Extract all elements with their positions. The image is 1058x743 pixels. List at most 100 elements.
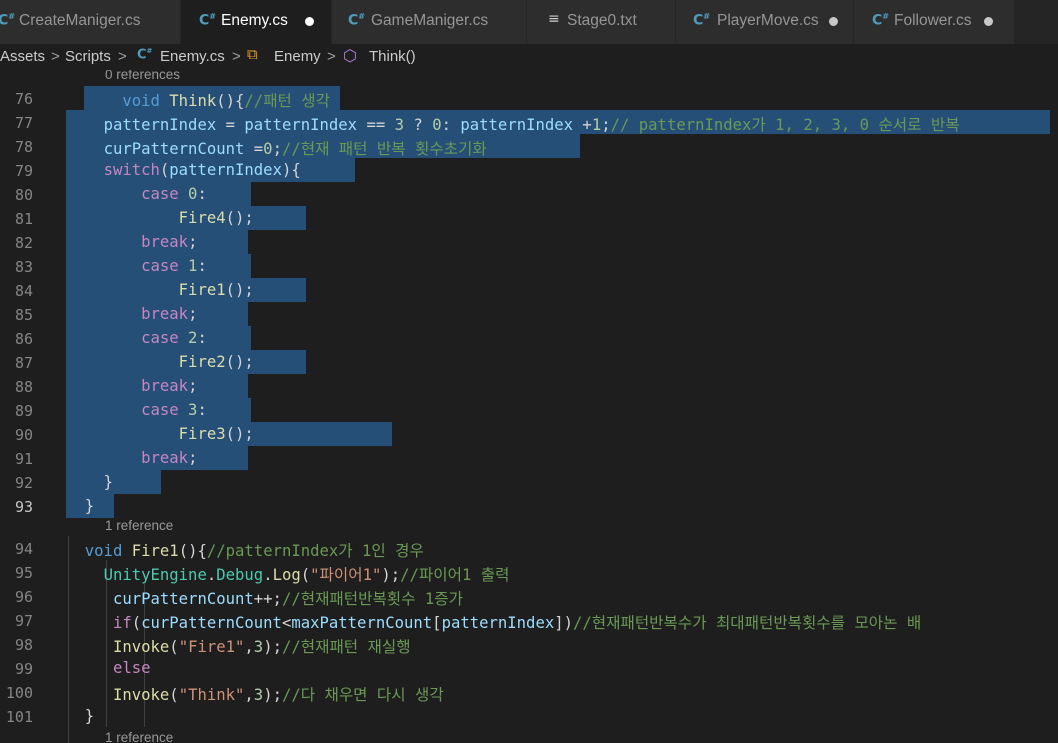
code-text: break; <box>66 377 197 395</box>
line-number: 97 <box>14 612 33 630</box>
breadcrumb-item-scripts[interactable]: Scripts <box>65 48 111 65</box>
token-type: UnityEngine <box>103 566 207 584</box>
token-punct: ; <box>188 233 198 251</box>
token-op: == <box>357 116 395 134</box>
code-text: void Fire1(){//patternIndex가 1인 경우 <box>66 539 424 561</box>
tab-label: CreateManiger.cs <box>19 12 141 29</box>
token-punct: ++; <box>253 590 282 608</box>
token-keyword: break <box>141 449 189 467</box>
token-comment: //파이어1 출력 <box>400 566 510 584</box>
token-variable: patternIndex <box>244 116 358 134</box>
token-number: 3 <box>253 686 264 704</box>
code-text: Invoke("Fire1",3);//현재패턴 재실행 <box>66 635 411 657</box>
codelens-references[interactable]: 1 reference <box>105 730 173 743</box>
line-number: 78 <box>14 138 33 156</box>
breadcrumb-separator: > <box>232 48 241 65</box>
method-icon: ⬡ <box>343 48 357 65</box>
token-variable: curPatternCount <box>103 140 245 158</box>
token-number: 0 <box>263 140 273 158</box>
token-punct: , <box>244 638 254 656</box>
token-punct: ); <box>263 638 282 656</box>
code-text: curPatternCount =0;//현재 패턴 반복 횟수초기화 <box>66 137 487 159</box>
token-keyword: void <box>122 92 160 110</box>
unsaved-dot-icon[interactable] <box>984 17 993 26</box>
code-line: 91 break; <box>0 446 1058 470</box>
breadcrumb-item-class[interactable]: Enemy <box>274 48 321 65</box>
token-comment: //현재패턴반복수가 최대패턴반복횟수를 모아논 배 <box>573 614 922 632</box>
tab-createmaniger[interactable]: C# CreateManiger.cs <box>0 0 180 44</box>
token-punct: ){ <box>281 161 301 179</box>
code-line: 90 Fire3(); <box>0 422 1058 446</box>
tab-stage0[interactable]: ≡ Stage0.txt <box>527 0 675 44</box>
token-punct: (){ <box>178 542 207 560</box>
token-comment: //patternIndex가 1인 경우 <box>206 542 424 560</box>
token-punct: } <box>84 497 95 515</box>
token-op: = <box>216 116 245 134</box>
breadcrumb-item-file[interactable]: Enemy.cs <box>160 48 225 65</box>
token-op: + <box>573 116 592 134</box>
token-punct: . <box>206 566 217 584</box>
line-number: 88 <box>14 378 33 396</box>
code-text: Fire4(); <box>66 209 254 227</box>
code-text: case 3: <box>66 401 207 419</box>
codelens-references[interactable]: 0 references <box>105 70 180 82</box>
token-function: Invoke <box>112 686 170 704</box>
codelens-references[interactable]: 1 reference <box>105 518 173 533</box>
code-line: 82 break; <box>0 230 1058 254</box>
line-number: 84 <box>14 282 33 300</box>
token-comment: //현재패턴 재실행 <box>281 638 411 656</box>
code-line: 85 break; <box>0 302 1058 326</box>
code-text: switch(patternIndex){ <box>66 161 301 179</box>
code-text: Fire2(); <box>66 353 254 371</box>
token-keyword: break <box>141 305 189 323</box>
csharp-icon: C# <box>0 12 15 29</box>
token-string: "Fire1" <box>178 638 245 656</box>
token-punct: ; <box>601 116 611 134</box>
token-punct: ); <box>263 686 282 704</box>
token-punct: . <box>263 566 273 584</box>
token-punct: ; <box>272 140 282 158</box>
token-comment: // patternIndex가 1, 2, 3, 0 순서로 반복 <box>610 116 960 134</box>
tab-label: Stage0.txt <box>567 12 637 29</box>
tab-playermove[interactable]: C# PlayerMove.cs <box>676 0 853 44</box>
tab-enemy[interactable]: C# Enemy.cs <box>181 0 331 44</box>
code-line: 84 Fire1(); <box>0 278 1058 302</box>
editor-tab-bar: C# CreateManiger.cs C# Enemy.cs C# GameM… <box>0 0 1058 44</box>
code-editor[interactable]: 0 references 76 void Think(){//패턴 생각 77 … <box>0 70 1058 743</box>
code-text: else <box>66 659 151 677</box>
token-punct: (); <box>225 425 254 443</box>
breadcrumb-item-assets[interactable]: Assets <box>0 48 45 65</box>
code-line: 89 case 3: <box>0 398 1058 422</box>
token-number: 0 <box>432 116 442 134</box>
token-number: 3 <box>178 401 198 419</box>
token-punct: (); <box>225 353 254 371</box>
token-op: = <box>244 140 264 158</box>
token-op: < <box>281 614 292 632</box>
unsaved-dot-icon[interactable] <box>305 17 314 26</box>
code-text: break; <box>66 449 197 467</box>
line-number: 100 <box>5 684 33 702</box>
token-punct: : <box>197 401 207 419</box>
code-text: curPatternCount++;//현재패턴반복횟수 1증가 <box>66 587 463 609</box>
code-line: 95 UnityEngine.Debug.Log("파이어1");//파이어1 … <box>0 560 1058 584</box>
unsaved-dot-icon[interactable] <box>829 17 838 26</box>
tab-follower[interactable]: C# Follower.cs <box>854 0 1014 44</box>
csharp-icon: C# <box>348 12 365 29</box>
breadcrumb-item-method[interactable]: Think() <box>369 48 416 65</box>
code-line: 99 else <box>0 656 1058 680</box>
token-variable: patternIndex <box>103 116 217 134</box>
token-punct: ( <box>131 614 142 632</box>
token-keyword: case <box>141 257 179 275</box>
code-line: 76 void Think(){//패턴 생각 <box>0 86 1058 110</box>
line-number: 96 <box>14 588 33 606</box>
token-punct: (){ <box>216 92 245 110</box>
token-comment: //다 채우면 다시 생각 <box>281 686 444 704</box>
code-text: Invoke("Think",3);//다 채우면 다시 생각 <box>66 683 444 705</box>
token-variable: patternIndex <box>169 161 282 179</box>
class-icon: ⧉ <box>247 46 258 63</box>
code-text: } <box>66 497 94 515</box>
breadcrumb-separator: > <box>118 48 127 65</box>
csharp-icon: C# <box>137 47 153 63</box>
token-punct: ); <box>381 566 401 584</box>
tab-gamemaniger[interactable]: C# GameManiger.cs <box>332 0 526 44</box>
